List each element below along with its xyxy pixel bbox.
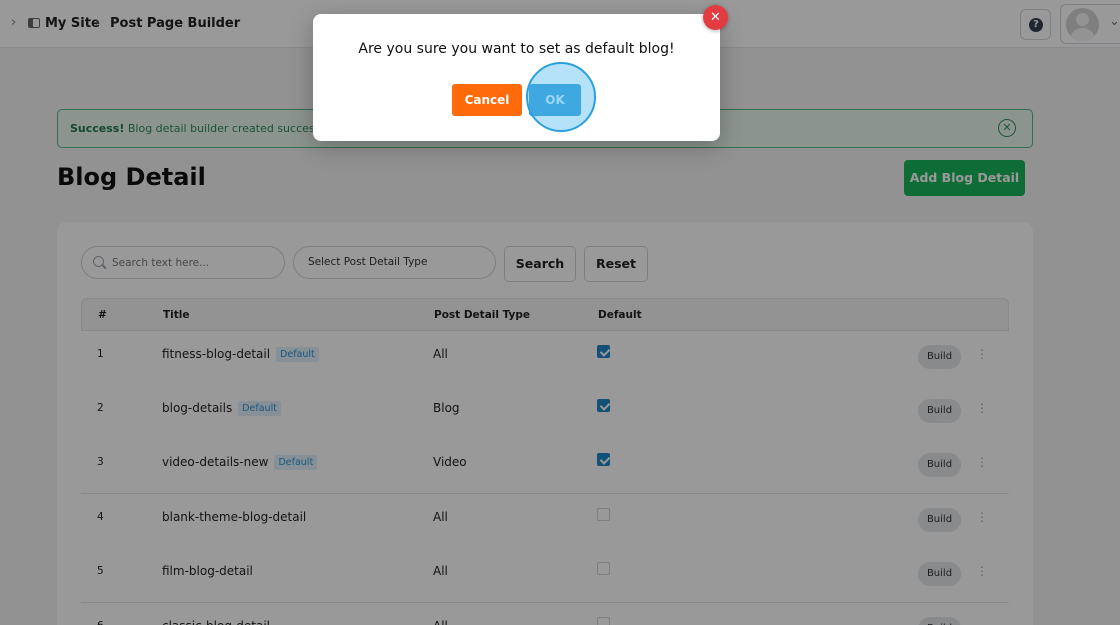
- cancel-button[interactable]: Cancel: [452, 84, 522, 116]
- dialog-message: Are you sure you want to set as default …: [358, 41, 675, 57]
- confirm-dialog: Are you sure you want to set as default …: [313, 14, 720, 141]
- click-indicator: [526, 62, 596, 132]
- close-icon[interactable]: ✕: [703, 5, 728, 30]
